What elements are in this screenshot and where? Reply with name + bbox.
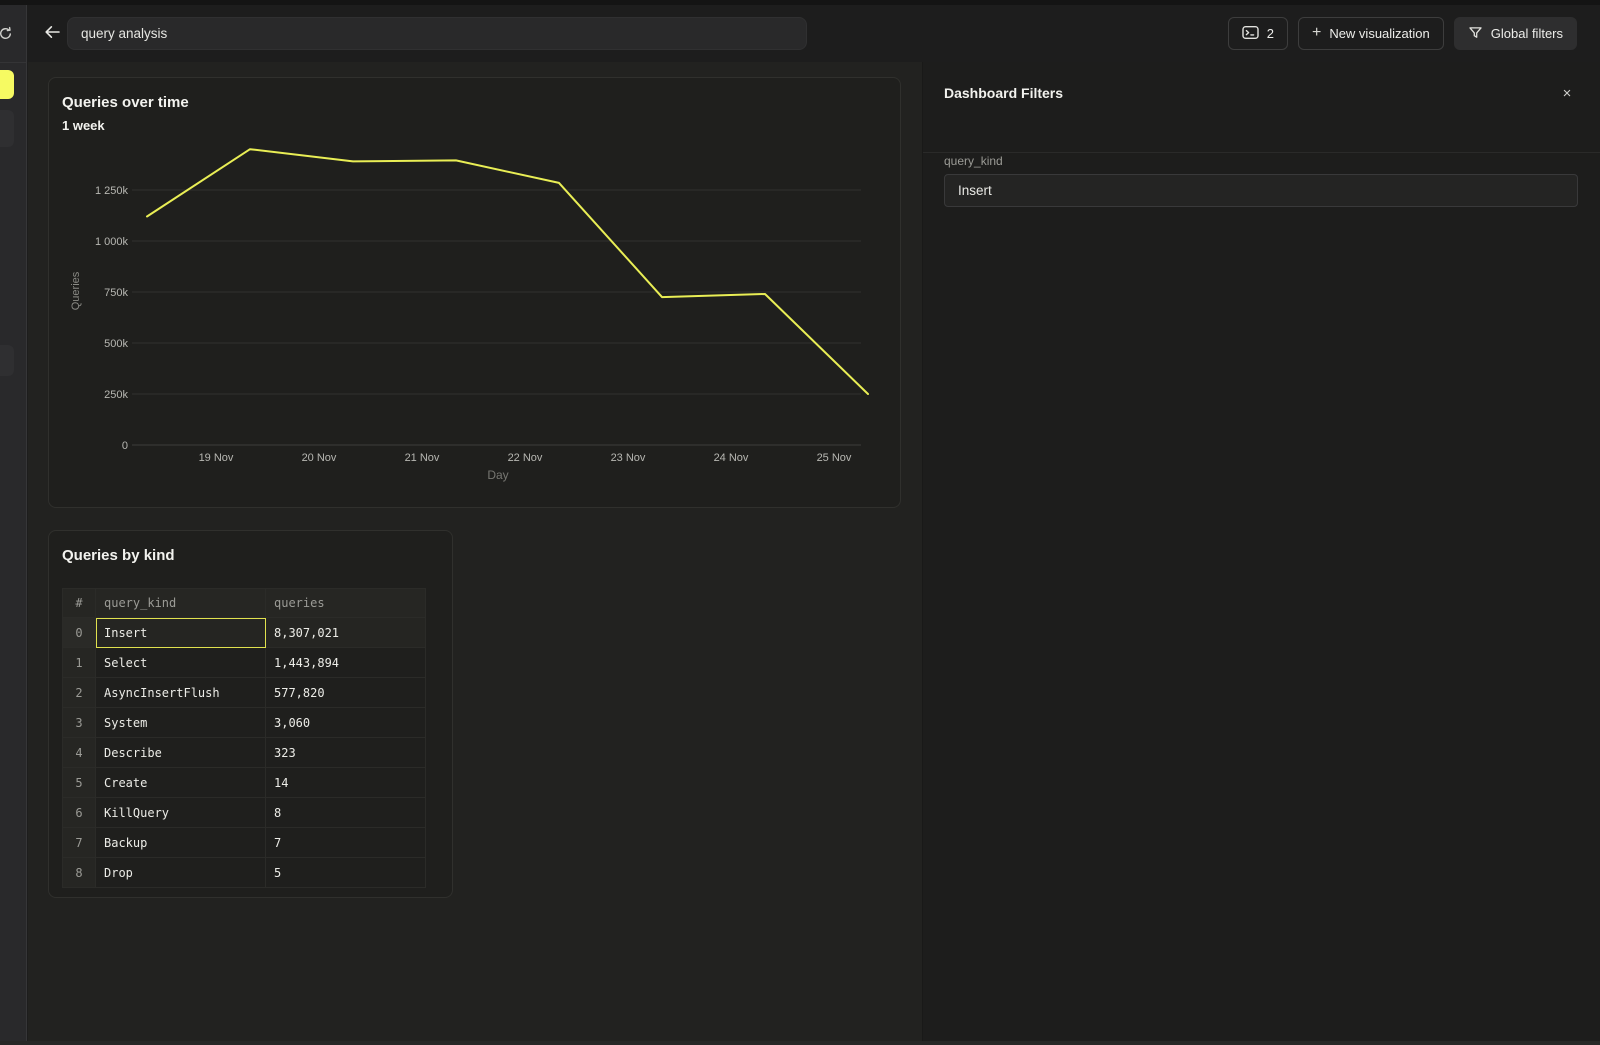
y-tick-label: 0 <box>122 440 128 452</box>
left-rail <box>0 5 27 1045</box>
table-row: 7Backup7 <box>63 828 426 858</box>
series-line <box>147 149 868 394</box>
y-axis-title: Queries <box>70 271 82 310</box>
chart-title: Queries over time <box>62 94 189 111</box>
queries-over-time-chart: 0 250k 500k 750k 1 000k 1 250k 19 Nov 20 Nov 21 … <box>49 78 900 507</box>
filter-field-label: query_kind <box>944 154 1003 168</box>
table-row: 4Describe323 <box>63 738 426 768</box>
y-tick-label: 750k <box>104 287 128 299</box>
console-count-badge: 2 <box>1267 26 1274 41</box>
table-row: 1Select1,443,894 <box>63 648 426 678</box>
funnel-icon <box>1468 25 1483 43</box>
cell-queries[interactable]: 7 <box>266 828 426 858</box>
x-tick-label: 21 Nov <box>405 452 440 464</box>
cell-row-index: 2 <box>63 678 96 708</box>
cell-queries[interactable]: 14 <box>266 768 426 798</box>
cell-query-kind[interactable]: Insert <box>96 618 266 648</box>
window-bottom-strip <box>0 1041 1600 1045</box>
cell-row-index: 5 <box>63 768 96 798</box>
column-header-index: # <box>63 589 96 618</box>
y-tick-label: 1 250k <box>95 185 129 197</box>
table-row: 5Create14 <box>63 768 426 798</box>
column-header-query_kind: query_kind <box>96 589 266 618</box>
table-title: Queries by kind <box>62 547 175 564</box>
cell-row-index: 8 <box>63 858 96 888</box>
cell-queries[interactable]: 1,443,894 <box>266 648 426 678</box>
table-row: 2AsyncInsertFlush577,820 <box>63 678 426 708</box>
dashboard-app: 2 + New visualization Global filters Que… <box>0 0 1600 1045</box>
cell-queries[interactable]: 8 <box>266 798 426 828</box>
new-visualization-label: New visualization <box>1329 26 1429 41</box>
y-tick-label: 250k <box>104 389 128 401</box>
dashboard-canvas: Queries over time 1 week 0 250k 500k 750k 1 … <box>28 62 922 1045</box>
queries-by-kind-card[interactable]: Queries by kind #query_kindqueries0Inser… <box>48 530 453 898</box>
cell-queries[interactable]: 8,307,021 <box>266 618 426 648</box>
table-header-row: #query_kindqueries <box>63 589 426 618</box>
queries-by-kind-table: #query_kindqueries0Insert8,307,0211Selec… <box>62 588 426 888</box>
sql-console-icon <box>1242 25 1259 43</box>
table-card-head: Queries by kind <box>62 547 175 564</box>
sidebar-item-active-dashboard[interactable] <box>0 70 14 99</box>
x-tick-label: 25 Nov <box>817 452 852 464</box>
cell-row-index: 3 <box>63 708 96 738</box>
x-tick-label: 23 Nov <box>611 452 646 464</box>
global-filters-button[interactable]: Global filters <box>1454 17 1577 50</box>
column-header-queries: queries <box>266 589 426 618</box>
x-axis-title: Day <box>487 468 508 482</box>
query-kind-filter-input[interactable] <box>944 174 1578 207</box>
cell-row-index: 4 <box>63 738 96 768</box>
cell-query-kind[interactable]: Drop <box>96 858 266 888</box>
global-filters-label: Global filters <box>1491 26 1563 41</box>
close-icon[interactable]: × <box>1554 80 1580 106</box>
x-tick-label: 24 Nov <box>714 452 749 464</box>
new-visualization-button[interactable]: + New visualization <box>1298 17 1444 50</box>
cell-row-index: 1 <box>63 648 96 678</box>
y-tick-label: 500k <box>104 338 128 350</box>
table-row: 6KillQuery8 <box>63 798 426 828</box>
table-row: 8Drop5 <box>63 858 426 888</box>
dashboard-title-input[interactable] <box>67 17 807 50</box>
back-button[interactable] <box>38 19 66 47</box>
y-tick-label: 1 000k <box>95 236 129 248</box>
chart-card-head: Queries over time 1 week <box>62 94 189 133</box>
x-tick-label: 22 Nov <box>508 452 543 464</box>
chart-subtitle: 1 week <box>62 118 189 133</box>
cell-query-kind[interactable]: AsyncInsertFlush <box>96 678 266 708</box>
cell-query-kind[interactable]: System <box>96 708 266 738</box>
cell-query-kind[interactable]: Describe <box>96 738 266 768</box>
x-tick-label: 19 Nov <box>199 452 234 464</box>
cell-query-kind[interactable]: KillQuery <box>96 798 266 828</box>
table-row: 0Insert8,307,021 <box>63 618 426 648</box>
queries-over-time-card[interactable]: Queries over time 1 week 0 250k 500k 750k 1 … <box>48 77 901 508</box>
filters-panel-title: Dashboard Filters <box>944 85 1063 101</box>
panel-divider <box>923 152 1600 153</box>
cell-row-index: 0 <box>63 618 96 648</box>
sql-console-button[interactable]: 2 <box>1228 17 1288 50</box>
cell-queries[interactable]: 323 <box>266 738 426 768</box>
refresh-icon[interactable] <box>0 26 13 46</box>
x-tick-label: 20 Nov <box>302 452 337 464</box>
cell-row-index: 6 <box>63 798 96 828</box>
arrow-left-icon <box>43 24 62 43</box>
plus-icon: + <box>1312 25 1321 41</box>
cell-query-kind[interactable]: Create <box>96 768 266 798</box>
top-bar: 2 + New visualization Global filters <box>28 5 1600 62</box>
cell-queries[interactable]: 577,820 <box>266 678 426 708</box>
cell-queries[interactable]: 3,060 <box>266 708 426 738</box>
table-row: 3System3,060 <box>63 708 426 738</box>
sidebar-item[interactable] <box>0 345 14 376</box>
cell-query-kind[interactable]: Backup <box>96 828 266 858</box>
dashboard-filters-panel: Dashboard Filters × query_kind <box>922 62 1600 1045</box>
left-rail-top <box>0 5 26 63</box>
cell-row-index: 7 <box>63 828 96 858</box>
cell-query-kind[interactable]: Select <box>96 648 266 678</box>
sidebar-item[interactable] <box>0 110 14 147</box>
topbar-actions: 2 + New visualization Global filters <box>1228 17 1577 50</box>
cell-queries[interactable]: 5 <box>266 858 426 888</box>
